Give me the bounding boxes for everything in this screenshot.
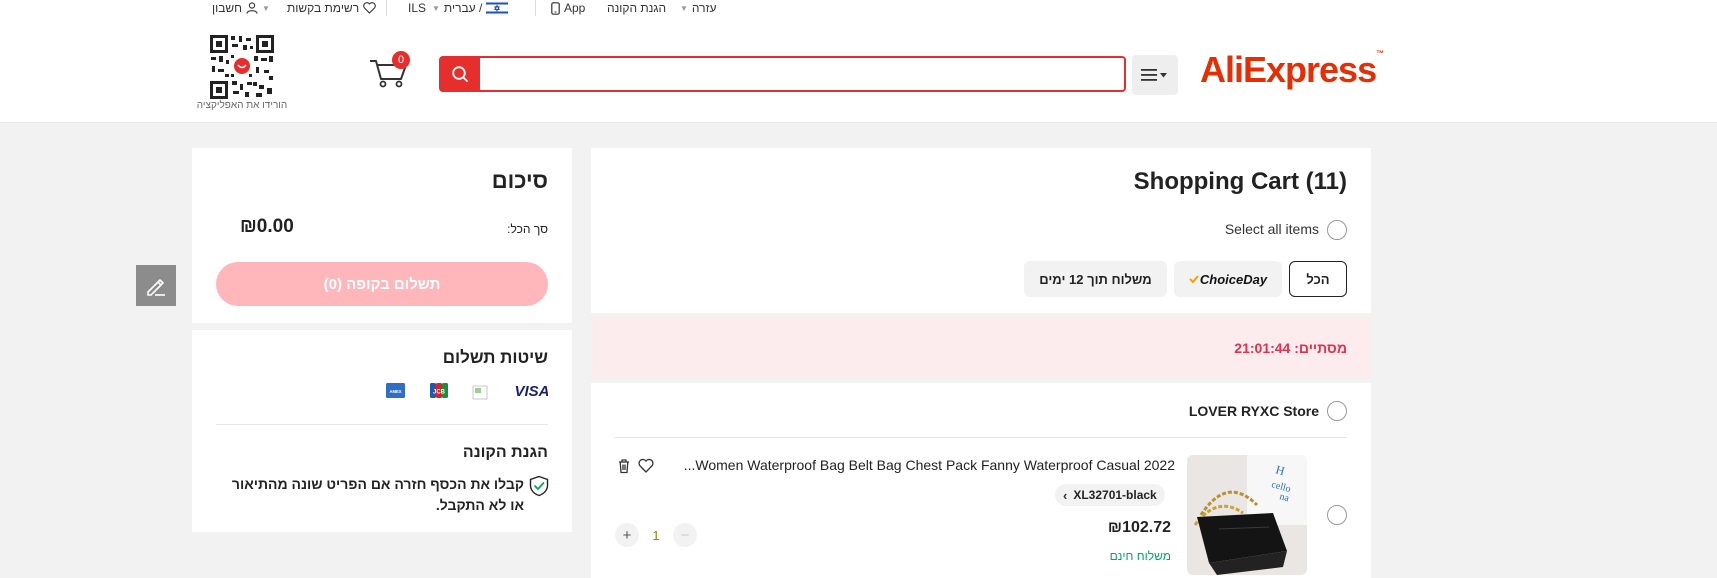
item-price: ₪102.72 [1107, 519, 1171, 536]
chevron-down-icon: ▼ [262, 3, 270, 13]
site-header: AliExpress™ 0 הורידו את האפליקציה [0, 27, 1717, 123]
buyer-protection-link[interactable]: הגנת הקונה [607, 1, 666, 15]
increase-quantity-button[interactable]: + [615, 523, 639, 547]
search-button[interactable] [440, 57, 480, 91]
tab-all[interactable]: הכל [1289, 261, 1347, 297]
tab-all-label: הכל [1306, 271, 1330, 287]
visa-icon: VISA [514, 383, 548, 400]
sale-countdown: מסתיים: 21:01:44 [591, 318, 1371, 378]
svg-text:JCB: JCB [433, 390, 446, 396]
payment-methods-title: שיטות תשלום [442, 348, 548, 367]
help-menu[interactable]: עזרה ▼ [680, 1, 716, 15]
israel-flag-icon [486, 1, 509, 15]
wishlist-link[interactable]: רשימת בקשות [287, 1, 376, 15]
store-checkbox[interactable] [1327, 401, 1347, 421]
account-caret[interactable]: ▼ [262, 1, 270, 15]
account-link[interactable]: חשבון [212, 1, 258, 15]
total-value: ₪0.00 [240, 216, 294, 237]
sku-label: XL32701-black [1073, 488, 1157, 502]
phone-icon [551, 1, 560, 15]
buyer-protection-title: הגנת הקונה [462, 444, 548, 461]
tab-12-day-shipping[interactable]: משלוח תוך 12 ימים [1024, 261, 1167, 297]
chevron-left-icon: ‹ [1063, 487, 1068, 503]
currency-label: ILS [408, 1, 427, 15]
feedback-button[interactable] [136, 265, 176, 306]
pencil-icon [147, 278, 165, 296]
logo-text: AliExpress [1200, 49, 1377, 90]
buyer-protection-label: הגנת הקונה [607, 1, 667, 15]
tab-choice-day-label: ChoiceDay [1199, 271, 1268, 287]
shopping-cart-panel: Shopping Cart (11) Select all items הכל … [591, 148, 1371, 313]
quantity-value: 1 [652, 527, 660, 543]
top-utility-bar: עזרה ▼ הגנת הקונה App ▼ / עברית ILS רשימ… [0, 0, 1717, 27]
store-name[interactable]: LOVER RYXC Store [1189, 403, 1319, 419]
choice-day-badge: ChoiceDay [1189, 272, 1267, 287]
aliexpress-logo[interactable]: AliExpress™ [1200, 49, 1384, 91]
chevron-down-icon: ▼ [432, 3, 440, 13]
wishlist-label: רשימת בקשות [287, 1, 360, 15]
currency-selector[interactable]: ILS [408, 1, 426, 15]
chevron-down-icon: ▼ [680, 3, 688, 13]
sku-selector[interactable]: ‹ XL32701-black [1055, 484, 1165, 506]
menu-icon [1141, 69, 1167, 81]
total-label: סך הכל: [507, 222, 548, 236]
order-summary-panel: סיכום סך הכל: ₪0.00 תשלום בקופה (0) [192, 148, 572, 323]
decrease-quantity-button[interactable]: − [673, 523, 697, 547]
tab-choice-day[interactable]: ChoiceDay [1174, 261, 1282, 297]
jcb-icon: JCB [430, 383, 448, 398]
app-link[interactable]: App [551, 1, 585, 15]
user-icon [246, 2, 258, 14]
trash-icon[interactable] [616, 458, 632, 474]
app-label: App [564, 1, 586, 15]
account-label: חשבון [212, 1, 243, 15]
cart-title: Shopping Cart (11) [1133, 168, 1347, 195]
select-all-label[interactable]: Select all items [1225, 221, 1319, 237]
product-title[interactable]: 2022 Women Waterproof Bag Belt Bag Chest… [667, 457, 1175, 473]
app-qr-code [209, 34, 275, 100]
divider [535, 0, 536, 16]
search-bar [439, 56, 1126, 92]
payment-logos: AMEX JCB VISA [386, 383, 548, 400]
free-shipping-label: משלוח חינם [1109, 549, 1171, 563]
checkout-button[interactable]: תשלום בקופה (0) [216, 262, 548, 306]
countdown-text: מסתיים: 21:01:44 [1234, 340, 1347, 356]
divider [615, 437, 1347, 438]
heart-icon [363, 2, 376, 14]
divider [216, 424, 548, 425]
payment-methods-panel: שיטות תשלום AMEX JCB VISA הגנת הקונה קבל… [192, 330, 572, 532]
download-app-label: הורידו את האפליקציה [196, 100, 288, 111]
product-image[interactable]: H cello na [1187, 455, 1307, 575]
heart-icon[interactable] [638, 458, 654, 474]
categories-button[interactable] [1132, 55, 1178, 95]
item-checkbox[interactable] [1327, 505, 1347, 525]
summary-title: סיכום [491, 168, 548, 193]
quantity-stepper: + 1 − [615, 523, 697, 547]
svg-text:AMEX: AMEX [389, 389, 401, 394]
help-label: עזרה [691, 1, 717, 15]
checkmark-icon [1189, 275, 1199, 284]
language-label: / עברית [443, 1, 483, 15]
divider [386, 0, 387, 16]
cart-count-badge: 0 [392, 51, 410, 69]
select-all-checkbox[interactable] [1327, 220, 1347, 240]
tab-shipping-label: משלוח תוך 12 ימים [1039, 271, 1152, 287]
buyer-protection-text: קבלו את הכסף חזרה אם הפריט שונה מהתיאור … [231, 476, 524, 513]
search-input[interactable] [483, 60, 1113, 88]
search-icon [452, 66, 468, 82]
shield-check-icon [529, 475, 549, 497]
language-selector[interactable]: ▼ / עברית [432, 1, 509, 15]
store-section: LOVER RYXC Store H cello na 2022 Women W… [591, 383, 1371, 578]
